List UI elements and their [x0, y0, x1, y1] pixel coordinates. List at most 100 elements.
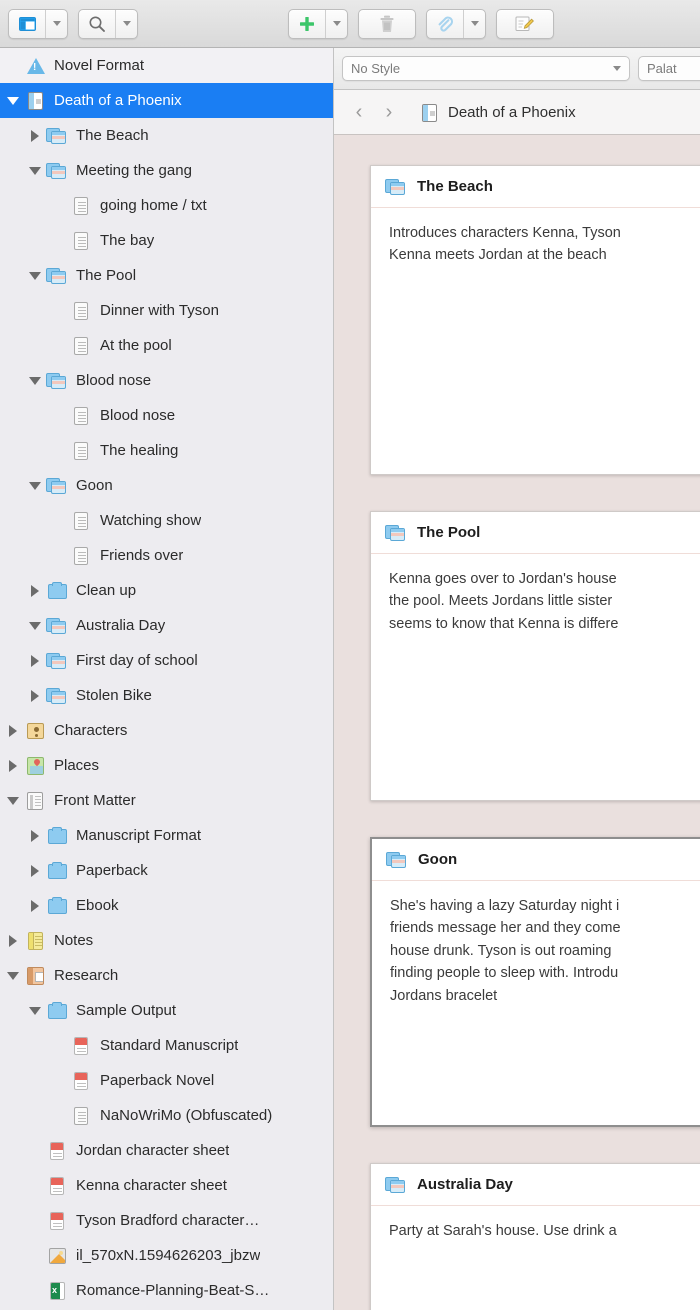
chevron-right-icon[interactable]: [24, 829, 46, 842]
plus-icon: [300, 16, 314, 31]
sidebar-item-blood-nose[interactable]: Blood nose: [0, 363, 333, 398]
chevron-right-icon[interactable]: [24, 689, 46, 702]
folder-stack-icon: [46, 685, 70, 707]
sidebar-item-blood-nose[interactable]: Blood nose: [0, 398, 333, 433]
sidebar-item-nanowrimo-obfuscated[interactable]: NaNoWriMo (Obfuscated): [0, 1098, 333, 1133]
sidebar-item-the-beach[interactable]: The Beach: [0, 118, 333, 153]
sidebar-item-standard-manuscript[interactable]: Standard Manuscript: [0, 1028, 333, 1063]
sidebar-item-research[interactable]: Research: [0, 958, 333, 993]
forward-button[interactable]: ›: [376, 99, 402, 125]
sidebar-item-meeting-the-gang[interactable]: Meeting the gang: [0, 153, 333, 188]
sidebar-item-watching-show[interactable]: Watching show: [0, 503, 333, 538]
sidebar-item-death-of-a-phoenix[interactable]: Death of a Phoenix: [0, 83, 333, 118]
card-synopsis[interactable]: She's having a lazy Saturday night i frie…: [372, 881, 700, 1021]
sidebar-item-at-the-pool[interactable]: At the pool: [0, 328, 333, 363]
chevron-right-icon[interactable]: [24, 654, 46, 667]
document-icon: [70, 440, 94, 462]
disclosure-triangle: [7, 796, 19, 805]
sidebar-item-jordan-character-sheet[interactable]: Jordan character sheet: [0, 1133, 333, 1168]
sidebar-item-kenna-character-sheet[interactable]: Kenna character sheet: [0, 1168, 333, 1203]
sidebar-item-dinner-with-tyson[interactable]: Dinner with Tyson: [0, 293, 333, 328]
sidebar-item-romance-planning-beat-s[interactable]: Romance-Planning-Beat-S…: [0, 1273, 333, 1308]
view-layout-button[interactable]: [9, 10, 45, 38]
sidebar-item-australia-day[interactable]: Australia Day: [0, 608, 333, 643]
sidebar-item-label: Front Matter: [54, 792, 136, 809]
chevron-right-icon[interactable]: [2, 724, 24, 737]
attach-dropdown[interactable]: [463, 9, 485, 38]
card-title: The Pool: [417, 524, 481, 541]
chevron-right-icon[interactable]: [2, 934, 24, 947]
chevron-down-icon[interactable]: [2, 796, 24, 805]
sidebar-item-the-pool[interactable]: The Pool: [0, 258, 333, 293]
document-icon: [70, 230, 94, 252]
places-icon: [24, 755, 48, 777]
paragraph-style-select[interactable]: No Style: [342, 56, 630, 81]
sidebar-item-paperback[interactable]: Paperback: [0, 853, 333, 888]
sidebar-item-friends-over[interactable]: Friends over: [0, 538, 333, 573]
corkboard-card[interactable]: Australia Day Party at Sarah's house. Use…: [370, 1163, 700, 1310]
chevron-down-icon[interactable]: [24, 481, 46, 490]
sidebar-item-goon[interactable]: Goon: [0, 468, 333, 503]
add-button[interactable]: [289, 10, 325, 38]
sidebar-item-label: il_570xN.1594626203_jbzw: [76, 1247, 261, 1264]
sidebar-item-paperback-novel[interactable]: Paperback Novel: [0, 1063, 333, 1098]
sidebar-item-notes[interactable]: Notes: [0, 923, 333, 958]
corkboard-card[interactable]: Goon She's having a lazy Saturday night i…: [370, 837, 700, 1127]
sidebar-item-manuscript-format[interactable]: Manuscript Format: [0, 818, 333, 853]
sidebar-item-front-matter[interactable]: Front Matter: [0, 783, 333, 818]
chevron-down-icon[interactable]: [24, 166, 46, 175]
sidebar-item-label: First day of school: [76, 652, 198, 669]
sidebar-item-novel-format[interactable]: Novel Format: [0, 48, 333, 83]
sidebar-item-label: The bay: [100, 232, 155, 249]
disclosure-triangle: [31, 829, 39, 842]
chevron-down-icon[interactable]: [24, 1006, 46, 1015]
disclosure-triangle: [9, 724, 17, 737]
sidebar-item-label: Australia Day: [76, 617, 166, 634]
folder-icon: [46, 580, 70, 602]
chevron-right-icon[interactable]: [24, 899, 46, 912]
view-layout-dropdown[interactable]: [45, 9, 67, 38]
sidebar-item-places[interactable]: Places: [0, 748, 333, 783]
sidebar-item-il-570xn-1594626203-jbzw[interactable]: il_570xN.1594626203_jbzw: [0, 1238, 333, 1273]
add-dropdown[interactable]: [325, 9, 347, 38]
corkboard[interactable]: The Beach Introduces characters Kenna, Ty…: [334, 135, 700, 1310]
font-family-select[interactable]: Palat: [638, 56, 700, 81]
document-icon: [70, 335, 94, 357]
back-button[interactable]: ‹: [346, 99, 372, 125]
sidebar-item-tyson-bradford-character[interactable]: Tyson Bradford character…: [0, 1203, 333, 1238]
chevron-down-icon[interactable]: [24, 271, 46, 280]
chevron-right-icon[interactable]: [2, 759, 24, 772]
search-dropdown[interactable]: [115, 9, 137, 38]
sidebar-item-ebook[interactable]: Ebook: [0, 888, 333, 923]
card-synopsis[interactable]: Introduces characters Kenna, Tyson Kenna …: [371, 208, 700, 281]
search-button[interactable]: [79, 10, 115, 38]
chevron-right-icon[interactable]: [24, 864, 46, 877]
sidebar-item-stolen-bike[interactable]: Stolen Bike: [0, 678, 333, 713]
sidebar-item-going-home-txt[interactable]: going home / txt: [0, 188, 333, 223]
card-synopsis[interactable]: Party at Sarah's house. Use drink a: [371, 1206, 700, 1256]
sidebar-item-the-bay[interactable]: The bay: [0, 223, 333, 258]
sidebar-item-first-day-of-school[interactable]: First day of school: [0, 643, 333, 678]
sidebar-item-label: Research: [54, 967, 119, 984]
attach-button[interactable]: [427, 10, 463, 38]
card-header: Goon: [372, 839, 700, 881]
layout-panel-icon: [18, 16, 36, 31]
sidebar-item-characters[interactable]: Characters: [0, 713, 333, 748]
binder-sidebar[interactable]: Novel Format Death of a Phoenix The Beach M…: [0, 48, 334, 1310]
sidebar-item-clean-up[interactable]: Clean up: [0, 573, 333, 608]
chevron-down-icon[interactable]: [24, 376, 46, 385]
corkboard-card[interactable]: The Beach Introduces characters Kenna, Ty…: [370, 165, 700, 484]
trash-button[interactable]: [359, 10, 415, 38]
format-bar: No Style Palat: [334, 48, 700, 90]
chevron-down-icon[interactable]: [24, 621, 46, 630]
card-synopsis[interactable]: Kenna goes over to Jordan's house the poo…: [371, 554, 700, 649]
page-title: Death of a Phoenix: [448, 103, 576, 121]
sidebar-item-the-healing[interactable]: The healing: [0, 433, 333, 468]
compose-button[interactable]: [497, 10, 553, 38]
sidebar-item-sample-output[interactable]: Sample Output: [0, 993, 333, 1028]
chevron-down-icon[interactable]: [2, 971, 24, 980]
chevron-down-icon[interactable]: [2, 96, 24, 105]
corkboard-card[interactable]: The Pool Kenna goes over to Jordan's hous…: [370, 511, 700, 810]
chevron-right-icon[interactable]: [24, 129, 46, 142]
chevron-right-icon[interactable]: [24, 584, 46, 597]
